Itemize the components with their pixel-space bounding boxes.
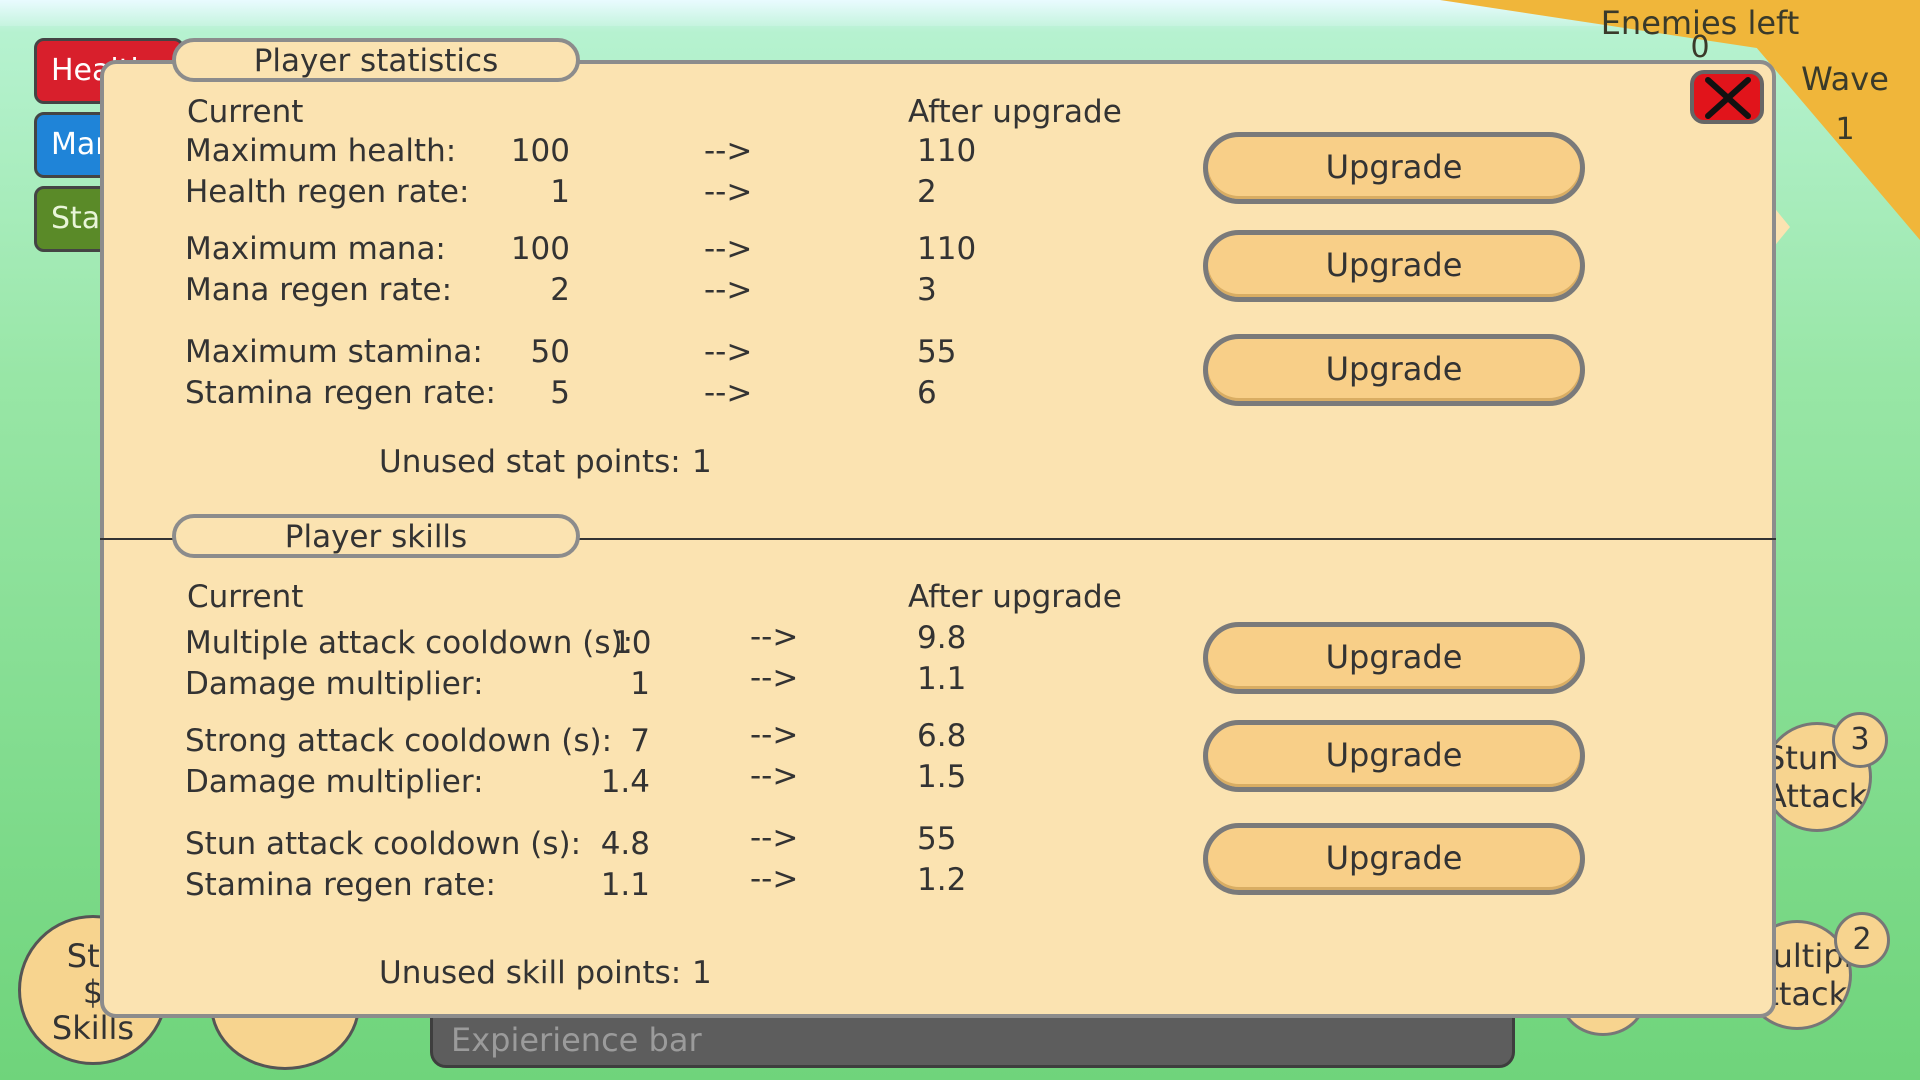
skill-current-value: 4.8 bbox=[600, 826, 650, 862]
stat-after-value: 110 bbox=[917, 133, 977, 169]
skill-after-value: 1.1 bbox=[917, 661, 967, 697]
close-icon bbox=[1705, 77, 1751, 119]
stat-label: Maximum health: bbox=[185, 133, 457, 169]
skill-label: Multiple attack cooldown (s): bbox=[185, 625, 634, 661]
unused-stat-points-value: 1 bbox=[692, 444, 712, 480]
arrow-text: --> bbox=[704, 272, 753, 308]
stat-label: Health regen rate: bbox=[185, 174, 470, 210]
skill-current-value: 1 bbox=[630, 666, 650, 702]
stat-label: Stamina regen rate: bbox=[185, 375, 496, 411]
skill-after-value: 55 bbox=[917, 821, 957, 857]
stun-attack-badge: 3 bbox=[1832, 712, 1888, 768]
stat-label: Mana regen rate: bbox=[185, 272, 453, 308]
stat-current-value: 5 bbox=[550, 375, 570, 411]
upgrade-stamina-button[interactable]: Upgrade bbox=[1203, 334, 1585, 406]
stat-label: Maximum stamina: bbox=[185, 334, 483, 370]
skill-after-value: 9.8 bbox=[917, 620, 967, 656]
arrow-text: --> bbox=[704, 334, 753, 370]
skill-current-value: 10 bbox=[612, 625, 652, 661]
stat-current-value: 100 bbox=[510, 133, 570, 169]
player-skills-title: Player skills bbox=[172, 514, 580, 558]
arrow-text: --> bbox=[704, 375, 753, 411]
upgrade-strong-attack-button[interactable]: Upgrade bbox=[1203, 720, 1585, 792]
stat-current-value: 1 bbox=[550, 174, 570, 210]
stat-after-value: 3 bbox=[917, 272, 937, 308]
wave-value: 1 bbox=[1835, 112, 1855, 147]
stats-current-header: Current bbox=[187, 94, 304, 130]
stat-current-value: 50 bbox=[530, 334, 570, 370]
skill-after-value: 6.8 bbox=[917, 718, 967, 754]
unused-stat-points-label: Unused stat points: bbox=[379, 444, 681, 480]
arrow-text: --> bbox=[750, 660, 799, 696]
arrow-text: --> bbox=[750, 820, 799, 856]
multiple-attack-badge: 2 bbox=[1834, 912, 1890, 968]
unused-skill-points-value: 1 bbox=[692, 955, 712, 991]
arrow-text: --> bbox=[704, 133, 753, 169]
skill-current-value: 1.1 bbox=[600, 867, 650, 903]
skill-after-value: 1.2 bbox=[917, 862, 967, 898]
arrow-text: --> bbox=[750, 619, 799, 655]
stat-current-value: 2 bbox=[550, 272, 570, 308]
upgrade-mana-button[interactable]: Upgrade bbox=[1203, 230, 1585, 302]
player-statistics-title: Player statistics bbox=[172, 38, 580, 82]
stat-after-value: 2 bbox=[917, 174, 937, 210]
stat-after-value: 110 bbox=[917, 231, 977, 267]
close-button[interactable] bbox=[1690, 70, 1764, 124]
arrow-text: --> bbox=[750, 758, 799, 794]
arrow-text: --> bbox=[704, 174, 753, 210]
arrow-text: --> bbox=[750, 717, 799, 753]
skill-current-value: 7 bbox=[630, 723, 650, 759]
skill-label: Stamina regen rate: bbox=[185, 867, 496, 903]
skill-label: Damage multiplier: bbox=[185, 666, 484, 702]
stat-after-value: 6 bbox=[917, 375, 937, 411]
unused-skill-points-label: Unused skill points: bbox=[379, 955, 682, 991]
stat-current-value: 100 bbox=[510, 231, 570, 267]
skills-current-header: Current bbox=[187, 579, 304, 615]
upgrade-health-button[interactable]: Upgrade bbox=[1203, 132, 1585, 204]
skill-current-value: 1.4 bbox=[600, 764, 650, 800]
skill-after-value: 1.5 bbox=[917, 759, 967, 795]
skill-label: Damage multiplier: bbox=[185, 764, 484, 800]
arrow-text: --> bbox=[704, 231, 753, 267]
experience-bar: Expierience bar bbox=[430, 1010, 1515, 1068]
arrow-text: --> bbox=[750, 861, 799, 897]
stats-after-header: After upgrade bbox=[908, 94, 1122, 130]
stat-after-value: 55 bbox=[917, 334, 957, 370]
skills-after-header: After upgrade bbox=[908, 579, 1122, 615]
stat-label: Maximum mana: bbox=[185, 231, 446, 267]
experience-bar-label: Expierience bar bbox=[451, 1021, 702, 1059]
stun-attack-label-2: Attack bbox=[1765, 777, 1868, 815]
wave-label: Wave bbox=[1801, 60, 1889, 98]
skill-label: Stun attack cooldown (s): bbox=[185, 826, 582, 862]
upgrade-multiple-attack-button[interactable]: Upgrade bbox=[1203, 622, 1585, 694]
skill-label: Strong attack cooldown (s): bbox=[185, 723, 613, 759]
upgrade-stun-attack-button[interactable]: Upgrade bbox=[1203, 823, 1585, 895]
